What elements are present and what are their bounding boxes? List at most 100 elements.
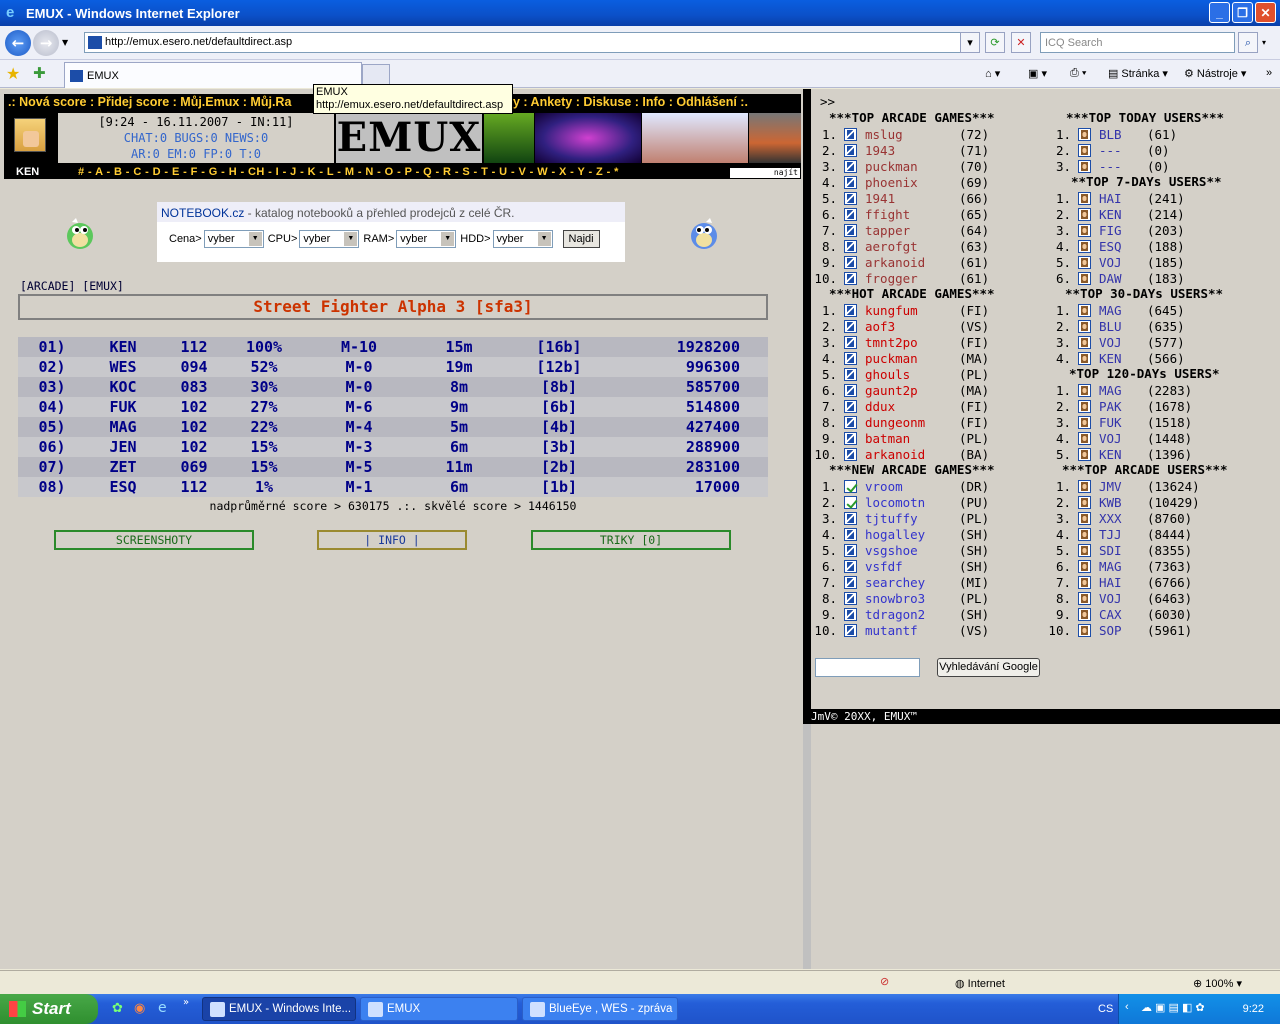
privacy-icon[interactable]: ⊘ (880, 975, 889, 988)
user-link[interactable]: MAG (1099, 383, 1147, 398)
close-button[interactable]: ✕ (1255, 2, 1276, 23)
ram-select[interactable]: vyber (396, 230, 457, 248)
user-link[interactable]: SDI (1099, 543, 1147, 558)
maximize-button[interactable]: ❐ (1232, 2, 1253, 23)
list-item[interactable]: 4. ESQ (188) (1045, 238, 1185, 254)
list-item[interactable]: 6. ffight (65) (811, 206, 989, 222)
game-link[interactable]: locomotn (865, 495, 959, 510)
tray-icons[interactable]: ☁ ▣ ▤ ◧ ✿ (1141, 1001, 1205, 1014)
screenshots-button[interactable]: SCREENSHOTY (54, 530, 254, 550)
list-item[interactable]: 9. batman (PL) (811, 430, 989, 446)
notebook-brand-link[interactable]: NOTEBOOK.cz (161, 206, 244, 220)
user-link[interactable]: VOJ (1099, 591, 1147, 606)
game-link[interactable]: tapper (865, 223, 959, 238)
game-link[interactable]: kungfum (865, 303, 959, 318)
address-field[interactable]: http://emux.esero.net/defaultdirect.asp (84, 32, 979, 53)
user-link[interactable]: KEN (1099, 447, 1147, 462)
info-button[interactable]: | INFO | (317, 530, 467, 550)
list-item[interactable]: 5. SDI (8355) (1045, 542, 1200, 558)
list-item[interactable]: 7. HAI (6766) (1045, 574, 1200, 590)
list-item[interactable]: 3. tjtuffy (PL) (811, 510, 989, 526)
user-link[interactable]: FIG (1099, 223, 1147, 238)
list-item[interactable]: 8. aerofgt (63) (811, 238, 989, 254)
score-player[interactable]: WES (86, 358, 160, 376)
game-link[interactable]: gaunt2p (865, 383, 959, 398)
user-link[interactable]: KEN (1099, 351, 1147, 366)
user-link[interactable]: VOJ (1099, 335, 1147, 350)
list-item[interactable]: 4. VOJ (1448) (1045, 430, 1192, 446)
user-link[interactable]: JMV (1099, 479, 1147, 494)
info-stats[interactable]: AR:0 EM:0 FP:0 T:0 (58, 146, 334, 162)
game-link[interactable]: batman (865, 431, 959, 446)
list-item[interactable]: 6. MAG (7363) (1045, 558, 1200, 574)
current-user[interactable]: KEN (16, 166, 39, 178)
user-link[interactable]: HAI (1099, 575, 1147, 590)
score-player[interactable]: ESQ (86, 478, 160, 496)
more-tools-icon[interactable]: » (1266, 67, 1272, 79)
list-item[interactable]: 3. FIG (203) (1045, 222, 1185, 238)
quicklaunch-ie-icon[interactable]: e (158, 1000, 167, 1016)
game-banner-3[interactable] (642, 113, 748, 163)
user-link[interactable]: BLU (1099, 319, 1147, 334)
score-row[interactable]: 02) WES 094 52% M-0 19m [12b] 996300 (18, 357, 768, 377)
notebook-search-button[interactable]: Najdi (562, 230, 600, 248)
list-item[interactable]: 2. KWB (10429) (1045, 494, 1200, 510)
game-link[interactable]: searchey (865, 575, 959, 590)
list-item[interactable]: 1. MAG (645) (1045, 302, 1185, 318)
score-player[interactable]: KEN (86, 338, 160, 356)
list-item[interactable]: 8. dungeonm (FI) (811, 414, 989, 430)
game-link[interactable]: mslug (865, 127, 959, 142)
score-row[interactable]: 01) KEN 112 100% M-10 15m [16b] 1928200 (18, 337, 768, 357)
language-indicator[interactable]: CS (1098, 1003, 1113, 1015)
score-player[interactable]: ZET (86, 458, 160, 476)
feeds-icon[interactable]: ▣ ▾ (1028, 67, 1047, 80)
game-link[interactable]: phoenix (865, 175, 959, 190)
user-link[interactable]: HAI (1099, 191, 1147, 206)
user-link[interactable]: SOP (1099, 623, 1147, 638)
score-row[interactable]: 08) ESQ 112 1% M-1 6m [1b] 17000 (18, 477, 768, 497)
game-link[interactable]: ffight (865, 207, 959, 222)
list-item[interactable]: 2. KEN (214) (1045, 206, 1185, 222)
minimize-button[interactable]: _ (1209, 2, 1230, 23)
list-item[interactable]: 1. kungfum (FI) (811, 302, 989, 318)
list-item[interactable]: 4. TJJ (8444) (1045, 526, 1200, 542)
game-link[interactable]: tmnt2po (865, 335, 959, 350)
list-item[interactable]: 4. hogalley (SH) (811, 526, 989, 542)
home-icon[interactable]: ⌂ ▾ (985, 67, 1000, 80)
list-item[interactable]: 7. tapper (64) (811, 222, 989, 238)
stop-icon[interactable]: ✕ (1011, 32, 1031, 53)
task-ie[interactable]: EMUX - Windows Inte... (202, 997, 356, 1021)
game-banner-4[interactable] (749, 113, 801, 163)
list-item[interactable]: 9. arkanoid (61) (811, 254, 989, 270)
user-link[interactable]: CAX (1099, 607, 1147, 622)
list-item[interactable]: 9. tdragon2 (SH) (811, 606, 989, 622)
list-item[interactable]: 3. VOJ (577) (1045, 334, 1185, 350)
search-options-icon[interactable]: ▾ (1262, 38, 1266, 47)
history-dropdown-icon[interactable]: ▼ (62, 38, 68, 47)
list-item[interactable]: 10. mutantf (VS) (811, 622, 989, 638)
user-link[interactable]: DAW (1099, 271, 1147, 286)
game-link[interactable]: hogalley (865, 527, 959, 542)
search-icon[interactable]: ⌕ (1238, 32, 1258, 53)
list-item[interactable]: 4. KEN (566) (1045, 350, 1185, 366)
tricks-button[interactable]: TRIKY [0] (531, 530, 731, 550)
hdd-select[interactable]: vyber (492, 230, 553, 248)
list-item[interactable]: 10. arkanoid (BA) (811, 446, 989, 462)
list-item[interactable]: 3. XXX (8760) (1045, 510, 1200, 526)
game-link[interactable]: vsgshoe (865, 543, 959, 558)
alphabet-index[interactable]: # - A - B - C - D - E - F - G - H - CH -… (78, 166, 619, 178)
game-link[interactable]: arkanoid (865, 255, 959, 270)
game-link[interactable]: 1943 (865, 143, 959, 158)
list-item[interactable]: 2. BLU (635) (1045, 318, 1185, 334)
print-icon[interactable]: ⎙ ▾ (1070, 67, 1086, 80)
price-select[interactable]: vyber (203, 230, 264, 248)
user-link[interactable]: XXX (1099, 511, 1147, 526)
list-item[interactable]: 3. puckman (70) (811, 158, 989, 174)
score-row[interactable]: 04) FUK 102 27% M-6 9m [6b] 514800 (18, 397, 768, 417)
list-item[interactable]: 2. 1943 (71) (811, 142, 989, 158)
zoom-control[interactable]: ⊕ 100% ▾ (1193, 977, 1242, 990)
list-item[interactable]: 6. vsfdf (SH) (811, 558, 989, 574)
task-emux[interactable]: EMUX (360, 997, 518, 1021)
back-button[interactable]: ← (5, 30, 31, 56)
add-favorites-icon[interactable]: ✚ (33, 64, 46, 82)
